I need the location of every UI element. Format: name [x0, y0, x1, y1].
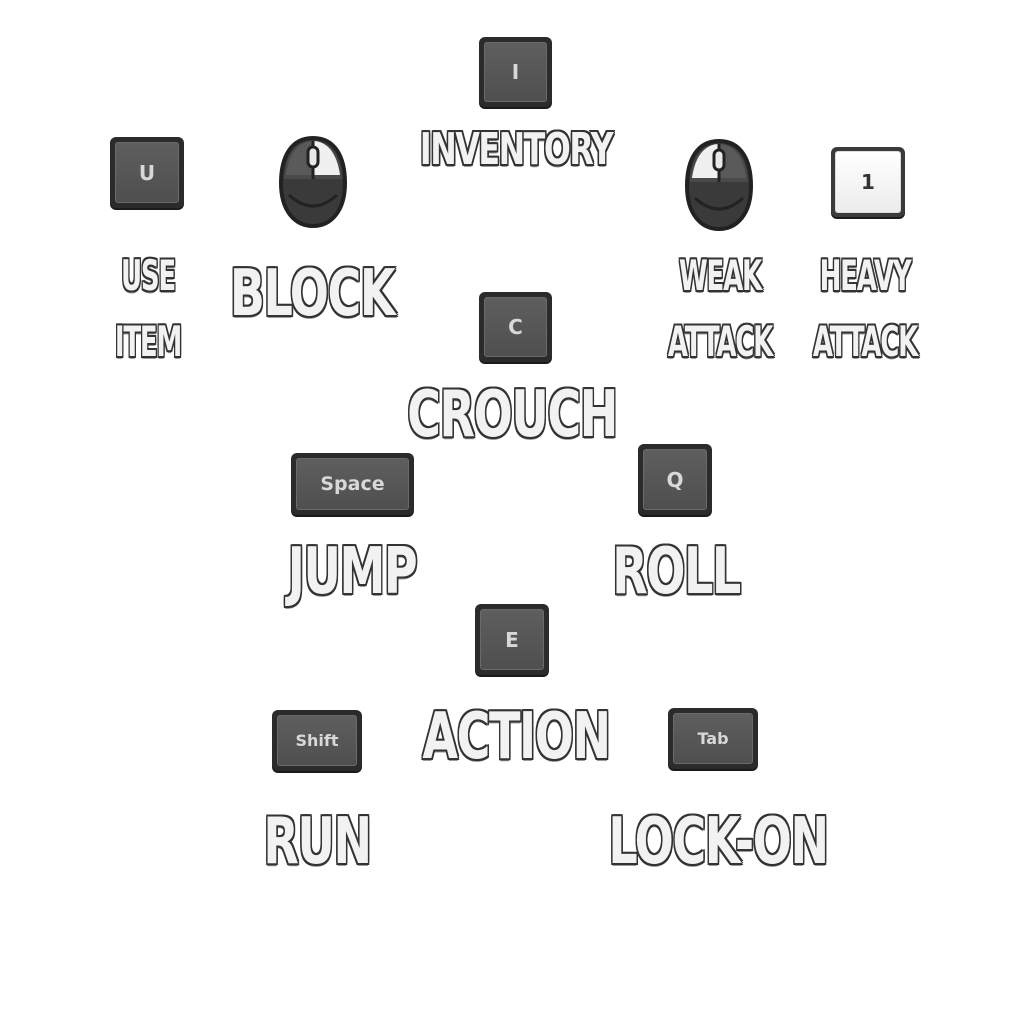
heavy-attack-label-line2: ATTACK [812, 317, 918, 366]
inventory-key[interactable]: I [479, 37, 552, 107]
roll-key-cap: Q [643, 449, 707, 510]
inventory-key-cap: I [484, 42, 547, 102]
weak-attack-label: WEAK ATTACK [658, 243, 782, 375]
jump-key-cap: Space [296, 458, 409, 510]
run-key[interactable]: Shift [272, 710, 362, 771]
mouse-left-icon[interactable] [683, 138, 755, 232]
lock-on-key-cap: Tab [673, 713, 753, 764]
action-key[interactable]: E [475, 604, 549, 675]
run-label: RUN [263, 805, 372, 879]
use-item-label: USE ITEM [98, 243, 197, 375]
lock-on-key[interactable]: Tab [668, 708, 758, 769]
jump-label: JUMP [287, 535, 418, 609]
mouse-right-icon[interactable] [277, 135, 349, 229]
run-key-cap: Shift [277, 715, 357, 766]
action-label: ACTION [422, 700, 611, 774]
crouch-label: CROUCH [407, 378, 618, 452]
lock-on-label: LOCK-ON [608, 805, 829, 879]
crouch-key[interactable]: C [479, 292, 552, 362]
use-item-label-line2: ITEM [114, 317, 182, 366]
use-item-label-line1: USE [121, 251, 176, 300]
heavy-attack-label-line1: HEAVY [819, 251, 912, 300]
inventory-label: INVENTORY [419, 124, 614, 175]
roll-label: ROLL [612, 535, 741, 609]
use-item-key-cap: U [115, 142, 179, 203]
heavy-attack-key-cap: 1 [835, 151, 901, 213]
weak-attack-label-line1: WEAK [679, 251, 762, 300]
block-label: BLOCK [229, 257, 396, 331]
action-key-cap: E [480, 609, 544, 670]
heavy-attack-key[interactable]: 1 [831, 147, 905, 217]
heavy-attack-label: HEAVY ATTACK [803, 243, 927, 375]
crouch-key-cap: C [484, 297, 547, 357]
use-item-key[interactable]: U [110, 137, 184, 208]
roll-key[interactable]: Q [638, 444, 712, 515]
weak-attack-label-line2: ATTACK [667, 317, 773, 366]
jump-key[interactable]: Space [291, 453, 414, 515]
